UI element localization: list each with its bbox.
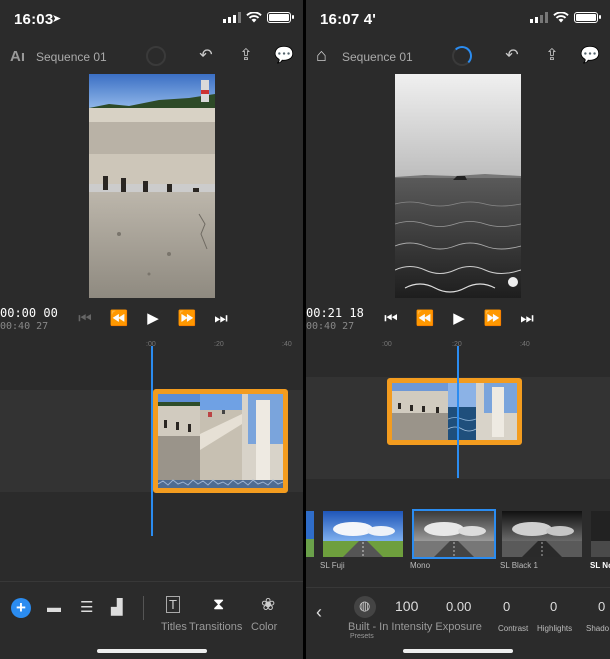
cellular-signal-icon — [530, 12, 548, 23]
skip-to-start-icon[interactable]: ⏮ — [68, 310, 102, 327]
status-bar: 16:03 ➤ — [0, 0, 303, 38]
play-icon[interactable]: ▶ — [136, 309, 170, 327]
battery-icon — [267, 12, 294, 23]
filter-label-sl-black-1[interactable]: SL Black 1 — [500, 561, 538, 570]
left-screen: 16:03 ➤ Aı Sequence 01 ↶ ⇪ 💬 00:00 00 00… — [0, 0, 303, 659]
transport-controls: ⏮ ⏪ ▶ ⏩ ⏭ — [374, 309, 544, 328]
toolbar-divider — [143, 596, 144, 620]
contrast-value[interactable]: 0 — [503, 599, 510, 614]
preview-frame-waterfront — [89, 74, 215, 298]
adjustment-group-label: Built - In Intensity Exposure — [348, 621, 482, 633]
top-toolbar: ⌂ Sequence 01 ↶ ⇪ 💬 — [306, 38, 610, 74]
skip-to-end-icon[interactable]: ⏭ — [204, 310, 238, 327]
bottom-toolbar: + ▬ ☰ ▟ T ⧗ ❀ Titles Transitions Color — [0, 581, 303, 659]
ruler-tick-40: :40 — [282, 341, 292, 348]
filter-thumb-mono-selected[interactable] — [412, 509, 496, 559]
highlights-value[interactable]: 0 — [550, 599, 557, 614]
skip-to-start-icon[interactable]: ⏮ — [374, 310, 408, 327]
timecode-total: 00:40 27 — [0, 321, 49, 332]
color-icon[interactable]: ❀ — [261, 595, 275, 615]
cellular-signal-icon — [223, 12, 241, 23]
filter-label-sl-fuji[interactable]: SL Fuji — [320, 561, 345, 570]
feedback-icon[interactable]: 💬 — [580, 46, 600, 66]
feedback-icon[interactable]: 💬 — [274, 46, 294, 66]
preview-frame-sea-mono — [395, 74, 521, 298]
status-time: 16:07 4' — [320, 11, 377, 28]
contrast-label: Contrast — [498, 624, 529, 633]
right-screen: 16:07 4' ⌂ Sequence 01 ↶ ⇪ 💬 00:21 18 00… — [306, 0, 610, 659]
layers-icon[interactable]: ▟ — [111, 598, 123, 616]
play-icon[interactable]: ▶ — [442, 309, 476, 327]
shadows-label: Shado — [586, 624, 610, 633]
timecode: 00:21 18 00:40 27 — [306, 306, 364, 332]
clip-thumbnails — [158, 394, 283, 488]
clip-thumbnails — [392, 383, 517, 440]
filter-thumb-sl-black-1[interactable] — [502, 511, 582, 557]
transitions-icon[interactable]: ⧗ — [213, 596, 224, 614]
undo-icon[interactable]: ↶ — [502, 46, 522, 66]
color-label[interactable]: Color — [251, 621, 277, 633]
video-preview[interactable] — [395, 74, 521, 298]
wifi-icon — [553, 12, 569, 23]
selected-video-clip[interactable] — [153, 389, 288, 493]
presets-label: Presets — [350, 633, 374, 640]
back-chevron-icon[interactable]: ‹ — [316, 602, 322, 623]
status-time: 16:03 — [14, 11, 54, 28]
wifi-icon — [246, 12, 262, 23]
presets-icon: ◍ — [359, 598, 371, 613]
status-bar: 16:07 4' — [306, 0, 610, 38]
add-media-button[interactable]: + — [11, 598, 31, 618]
highlights-label: Highlights — [537, 624, 573, 633]
share-icon[interactable]: ⇪ — [236, 46, 256, 66]
ruler-tick-0: :00 — [382, 341, 392, 348]
battery-icon — [574, 12, 601, 23]
render-progress-indicator — [452, 46, 472, 66]
filter-thumb-sl-no[interactable] — [591, 511, 610, 557]
sequence-title: Sequence 01 — [36, 50, 107, 64]
playhead[interactable] — [151, 346, 153, 536]
titles-icon[interactable]: T — [166, 596, 180, 613]
ruler-tick-40: :40 — [520, 341, 530, 348]
filter-label-sl-no[interactable]: SL No — [590, 561, 610, 570]
filter-thumb-sl-fuji[interactable] — [323, 511, 403, 557]
home-indicator[interactable] — [403, 649, 513, 653]
home-icon[interactable]: ⌂ — [316, 45, 327, 66]
step-back-icon[interactable]: ⏪ — [408, 309, 442, 327]
timecode-total: 00:40 27 — [306, 321, 355, 332]
exposure-value[interactable]: 0.00 — [446, 599, 471, 614]
preset-intensity-value[interactable]: 100 — [395, 598, 418, 614]
step-back-icon[interactable]: ⏪ — [102, 309, 136, 327]
playhead[interactable] — [457, 346, 459, 478]
titles-label[interactable]: Titles — [161, 621, 187, 633]
color-adjustments-bar: ‹ ◍ 100 0.00 0 0 0 Presets Built - In In… — [306, 587, 610, 659]
video-preview[interactable] — [89, 74, 215, 298]
selected-video-clip[interactable] — [387, 378, 522, 445]
skip-to-end-icon[interactable]: ⏭ — [510, 310, 544, 327]
transport-controls: ⏮ ⏪ ▶ ⏩ ⏭ — [68, 309, 238, 328]
top-toolbar: Aı Sequence 01 ↶ ⇪ 💬 — [0, 38, 303, 74]
timecode: 00:00 00 00:40 27 — [0, 306, 58, 332]
timecode-current: 00:21 18 — [306, 306, 364, 320]
transitions-label[interactable]: Transitions — [189, 621, 242, 633]
share-icon[interactable]: ⇪ — [542, 46, 562, 66]
timecode-current: 00:00 00 — [0, 306, 58, 320]
shadows-value[interactable]: 0 — [598, 599, 605, 614]
undo-icon[interactable]: ↶ — [196, 46, 216, 66]
ruler-tick-20: :20 — [214, 341, 224, 348]
sequence-title: Sequence 01 — [342, 50, 413, 64]
filter-label-mono[interactable]: Mono — [410, 561, 430, 570]
step-forward-icon[interactable]: ⏩ — [476, 309, 510, 327]
filter-thumb-partial[interactable] — [306, 511, 314, 557]
archive-icon[interactable]: ▬ — [47, 599, 61, 615]
step-forward-icon[interactable]: ⏩ — [170, 309, 204, 327]
align-icon[interactable]: ☰ — [80, 598, 93, 616]
render-progress-indicator — [146, 46, 166, 66]
app-logo: Aı — [10, 48, 25, 65]
home-indicator[interactable] — [96, 649, 207, 653]
location-arrow-icon: ➤ — [52, 13, 62, 25]
